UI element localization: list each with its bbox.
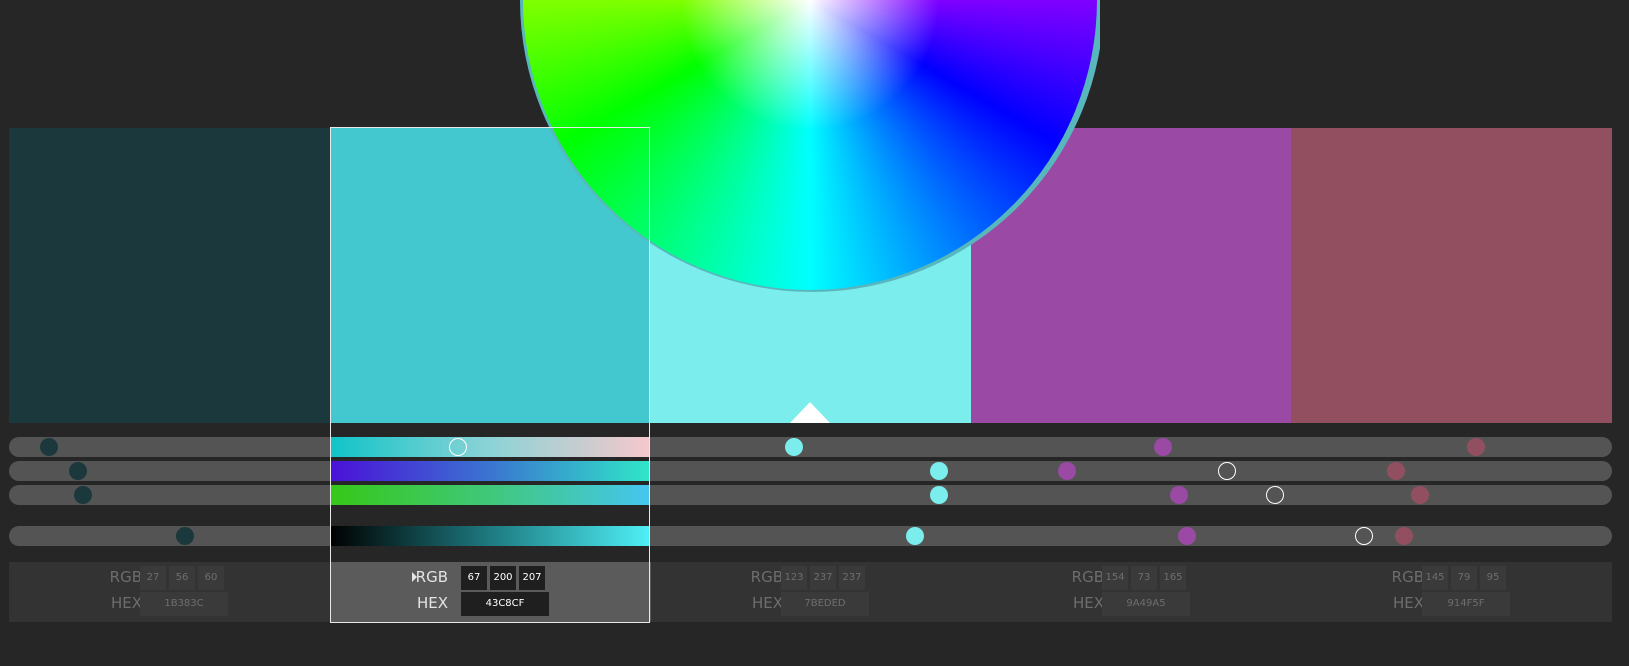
hex-value[interactable]: 43C8CF — [461, 592, 549, 616]
g-value[interactable]: 200 — [490, 566, 516, 590]
lightness-slider-active[interactable] — [330, 485, 650, 505]
hex-label: HEX — [1392, 594, 1424, 612]
values-swatch-3: RGB 123 237 237 HEX 7BEDED — [650, 562, 971, 622]
rgb-label: RGB — [109, 568, 142, 586]
hue-slider-knob[interactable] — [40, 438, 59, 456]
hex-value[interactable]: 914F5F — [1422, 592, 1510, 616]
color-wheel[interactable] — [520, 0, 1100, 297]
b-value[interactable]: 207 — [519, 566, 545, 590]
values-swatch-4: RGB 154 73 165 HEX 9A49A5 — [971, 562, 1292, 622]
hex-label: HEX — [416, 594, 448, 612]
brightness-slider-knob[interactable] — [905, 527, 924, 545]
b-value[interactable]: 95 — [1480, 566, 1506, 590]
hex-value[interactable]: 1B383C — [140, 592, 228, 616]
hex-label: HEX — [1072, 594, 1104, 612]
r-value[interactable]: 27 — [140, 566, 166, 590]
values-swatch-1: RGB 27 56 60 HEX 1B383C — [9, 562, 330, 622]
active-swatch-pointer — [790, 402, 830, 423]
values-swatch-2: RGB 67 200 207 HEX 43C8CF — [330, 562, 651, 622]
values-swatch-5: RGB 145 79 95 HEX 914F5F — [1291, 562, 1612, 622]
brightness-slider-active[interactable] — [330, 526, 650, 546]
lightness-slider-knob[interactable] — [929, 486, 948, 504]
saturation-slider-track[interactable] — [9, 461, 1612, 481]
lightness-slider-track[interactable] — [9, 485, 1612, 505]
g-value[interactable]: 56 — [169, 566, 195, 590]
g-value[interactable]: 79 — [1451, 566, 1477, 590]
rgb-label: RGB — [415, 568, 448, 586]
hex-label: HEX — [110, 594, 142, 612]
saturation-slider-knob[interactable] — [68, 462, 87, 480]
b-value[interactable]: 165 — [1160, 566, 1186, 590]
brightness-slider-knob[interactable] — [1394, 527, 1413, 545]
saturation-slider-knob[interactable] — [1057, 462, 1076, 480]
hue-slider-knob[interactable] — [448, 438, 467, 456]
b-value[interactable]: 237 — [839, 566, 865, 590]
hex-label: HEX — [751, 594, 783, 612]
r-value[interactable]: 145 — [1422, 566, 1448, 590]
hue-slider-knob[interactable] — [1466, 438, 1485, 456]
hue-slider-active[interactable] — [330, 437, 650, 457]
g-value[interactable]: 73 — [1131, 566, 1157, 590]
saturation-slider-knob[interactable] — [929, 462, 948, 480]
hex-value[interactable]: 7BEDED — [781, 592, 869, 616]
b-value[interactable]: 60 — [198, 566, 224, 590]
rgb-label: RGB — [1071, 568, 1104, 586]
r-value[interactable]: 154 — [1102, 566, 1128, 590]
g-value[interactable]: 237 — [810, 566, 836, 590]
rgb-label: RGB — [750, 568, 783, 586]
lightness-slider-knob[interactable] — [73, 486, 92, 504]
saturation-slider-active[interactable] — [330, 461, 650, 481]
swatch-5[interactable] — [1291, 128, 1612, 423]
saturation-slider-knob[interactable] — [1386, 462, 1405, 480]
lightness-slider-knob[interactable] — [1410, 486, 1429, 504]
hex-value[interactable]: 9A49A5 — [1102, 592, 1190, 616]
r-value[interactable]: 123 — [781, 566, 807, 590]
hue-slider-track[interactable] — [9, 437, 1612, 457]
brightness-slider-knob[interactable] — [1354, 527, 1373, 545]
r-value[interactable]: 67 — [461, 566, 487, 590]
swatch-1[interactable] — [9, 128, 330, 423]
rgb-label: RGB — [1391, 568, 1424, 586]
